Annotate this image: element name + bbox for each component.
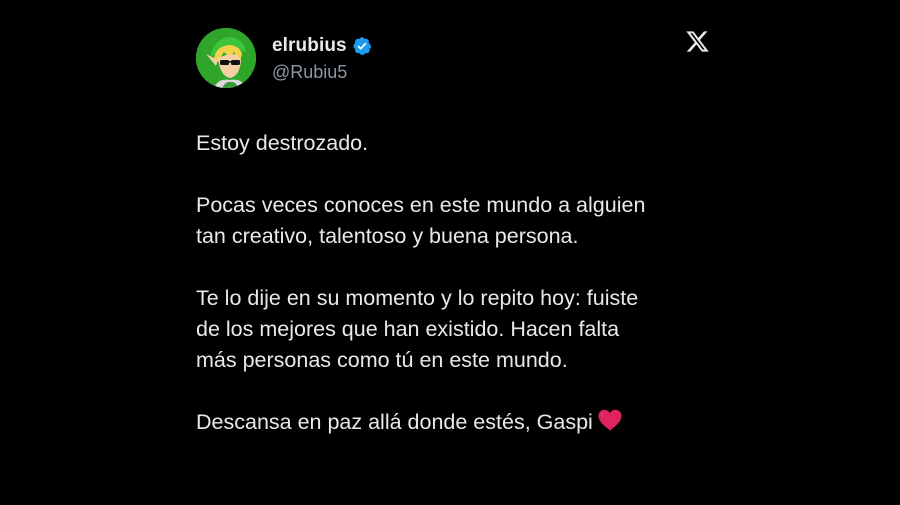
tweet-line-last: Descansa en paz allá donde estés, Gaspi (196, 407, 726, 438)
red-heart-icon (598, 409, 622, 431)
tweet-card: elrubius @Rubiu5 Estoy destrozado. Pocas… (196, 26, 726, 486)
tweet-line: Estoy destrozado. (196, 131, 369, 155)
tweet-line: tan creativo, talentoso y buena persona. (196, 224, 579, 248)
avatar-image (196, 28, 256, 88)
verified-badge-icon (353, 37, 371, 55)
tweet-line: Descansa en paz allá donde estés, Gaspi (196, 410, 593, 434)
name-row: elrubius (272, 35, 372, 57)
avatar[interactable] (196, 28, 256, 88)
tweet-line: Te lo dije en su momento y lo repito hoy… (196, 286, 639, 310)
tweet-line: más personas como tú en este mundo. (196, 348, 568, 372)
user-handle[interactable]: @Rubiu5 (272, 62, 347, 83)
display-name[interactable]: elrubius (272, 35, 347, 57)
tweet-line: de los mejores que han existido. Hacen f… (196, 317, 620, 341)
x-logo-icon[interactable] (685, 29, 710, 54)
tweet-line: Pocas veces conoces en este mundo a algu… (196, 193, 646, 217)
tweet-text: Estoy destrozado. Pocas veces conoces en… (196, 128, 726, 438)
